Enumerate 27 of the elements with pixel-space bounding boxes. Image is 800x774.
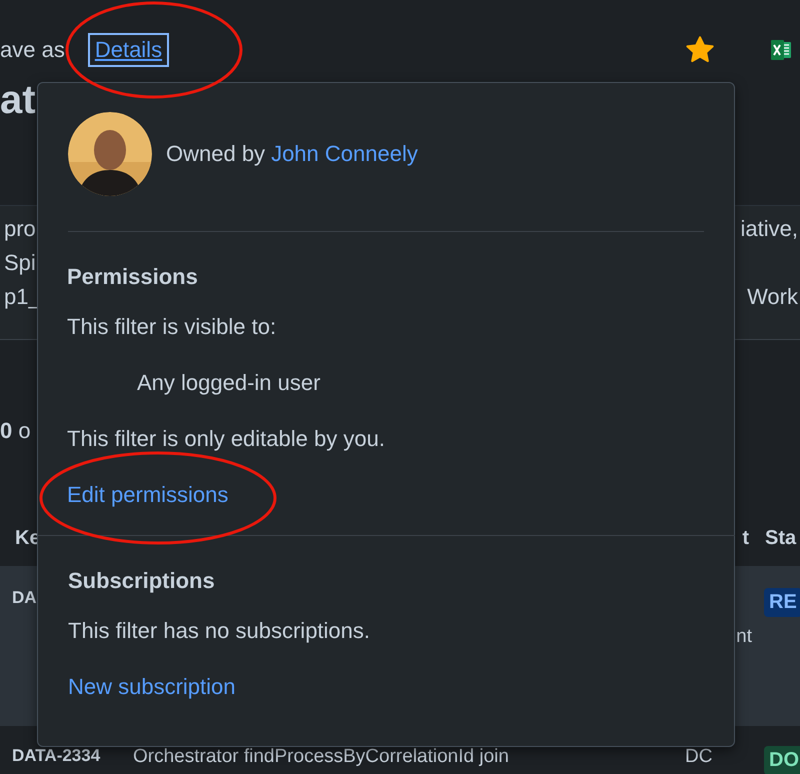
popup-link[interactable]: Edit permissions	[67, 482, 228, 507]
popup-text: Any logged-in user	[136, 369, 322, 397]
description-text: Work	[747, 284, 799, 310]
column-header: t	[742, 526, 749, 550]
status-badge: RE	[764, 588, 800, 617]
section-title: Subscriptions	[68, 567, 216, 595]
status-badge: DO	[764, 746, 800, 774]
description-text: pro	[4, 216, 37, 242]
column-header: Sta	[765, 526, 798, 550]
description-text: Spi	[4, 250, 37, 276]
description-text: p1_	[4, 284, 42, 310]
popup-text: This filter is visible to:	[67, 313, 278, 341]
table-cell: nt	[736, 626, 752, 648]
popup-link[interactable]: New subscription	[68, 674, 236, 699]
table-cell: DC	[685, 746, 712, 768]
save-as-label: ave as	[0, 37, 65, 63]
owner-link[interactable]: John Conneely	[271, 141, 418, 167]
issue-summary: Orchestrator findProcessByCorrelationId join	[133, 746, 510, 768]
owner-label: Owned by	[166, 141, 266, 167]
description-text: iative,	[740, 216, 799, 242]
issue-key[interactable]: DATA-2334	[12, 746, 128, 766]
result-count: 0 o	[0, 418, 31, 445]
spreadsheet-icon	[770, 39, 792, 61]
popup-text: This filter has no subscriptions.	[68, 617, 372, 645]
popup-text: This filter is only editable by you.	[67, 425, 386, 453]
section-title: Permissions	[67, 263, 199, 291]
page-title: at	[0, 77, 36, 124]
